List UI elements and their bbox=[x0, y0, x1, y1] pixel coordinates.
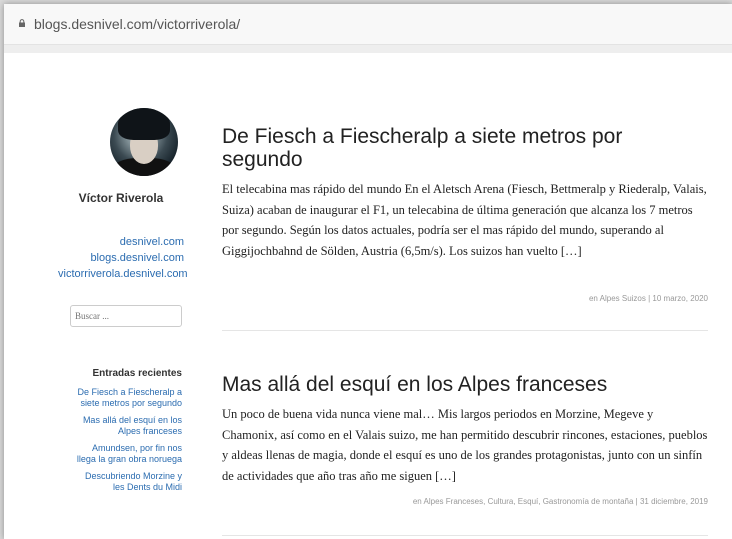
post-divider bbox=[222, 330, 708, 331]
post-excerpt: El telecabina mas rápido del mundo En el… bbox=[222, 182, 707, 258]
url-text[interactable]: blogs.desnivel.com/victorriverola/ bbox=[34, 16, 240, 32]
sidebar-links: desnivel.com blogs.desnivel.com victorri… bbox=[58, 234, 188, 282]
lock-icon bbox=[19, 19, 25, 27]
post-divider bbox=[222, 535, 708, 536]
author-avatar[interactable] bbox=[110, 108, 178, 176]
recent-post-link[interactable]: De Fiesch a Fiescheralp a siete metros p… bbox=[76, 387, 182, 409]
recent-post-link[interactable]: Amundsen, por fin nos llega la gran obra… bbox=[76, 443, 182, 465]
toolbar-strip bbox=[4, 45, 732, 53]
post-meta[interactable]: en Alpes Suizos | 10 marzo, 2020 bbox=[589, 294, 708, 303]
post-article: De Fiesch a Fiescheralp a siete metros p… bbox=[222, 125, 708, 303]
post-title[interactable]: De Fiesch a Fiescheralp a siete metros p… bbox=[222, 125, 708, 171]
post-article: Mas allá del esquí en los Alpes francese… bbox=[222, 373, 708, 506]
sidebar-link-blogs[interactable]: blogs.desnivel.com bbox=[58, 250, 184, 266]
search-box[interactable] bbox=[70, 305, 182, 327]
recent-posts-heading: Entradas recientes bbox=[92, 368, 183, 379]
search-input[interactable] bbox=[71, 306, 181, 326]
sidebar-link-desnivel[interactable]: desnivel.com bbox=[58, 234, 184, 250]
post-title[interactable]: Mas allá del esquí en los Alpes francese… bbox=[222, 373, 708, 396]
sidebar-link-victorriverola[interactable]: victorriverola.desnivel.com bbox=[58, 266, 188, 282]
post-excerpt: Un poco de buena vida nunca viene mal… M… bbox=[222, 407, 708, 483]
recent-post-link[interactable]: Descubriendo Morzine y les Dents du Midi bbox=[76, 471, 182, 493]
address-bar[interactable]: blogs.desnivel.com/victorriverola/ bbox=[4, 4, 732, 45]
recent-posts-list: De Fiesch a Fiescheralp a siete metros p… bbox=[76, 387, 182, 499]
post-meta[interactable]: en Alpes Franceses, Cultura, Esquí, Gast… bbox=[413, 497, 708, 506]
author-name: Víctor Riverola bbox=[78, 191, 164, 205]
avatar-hair bbox=[118, 108, 170, 140]
recent-post-link[interactable]: Mas allá del esquí en los Alpes francese… bbox=[76, 415, 182, 437]
